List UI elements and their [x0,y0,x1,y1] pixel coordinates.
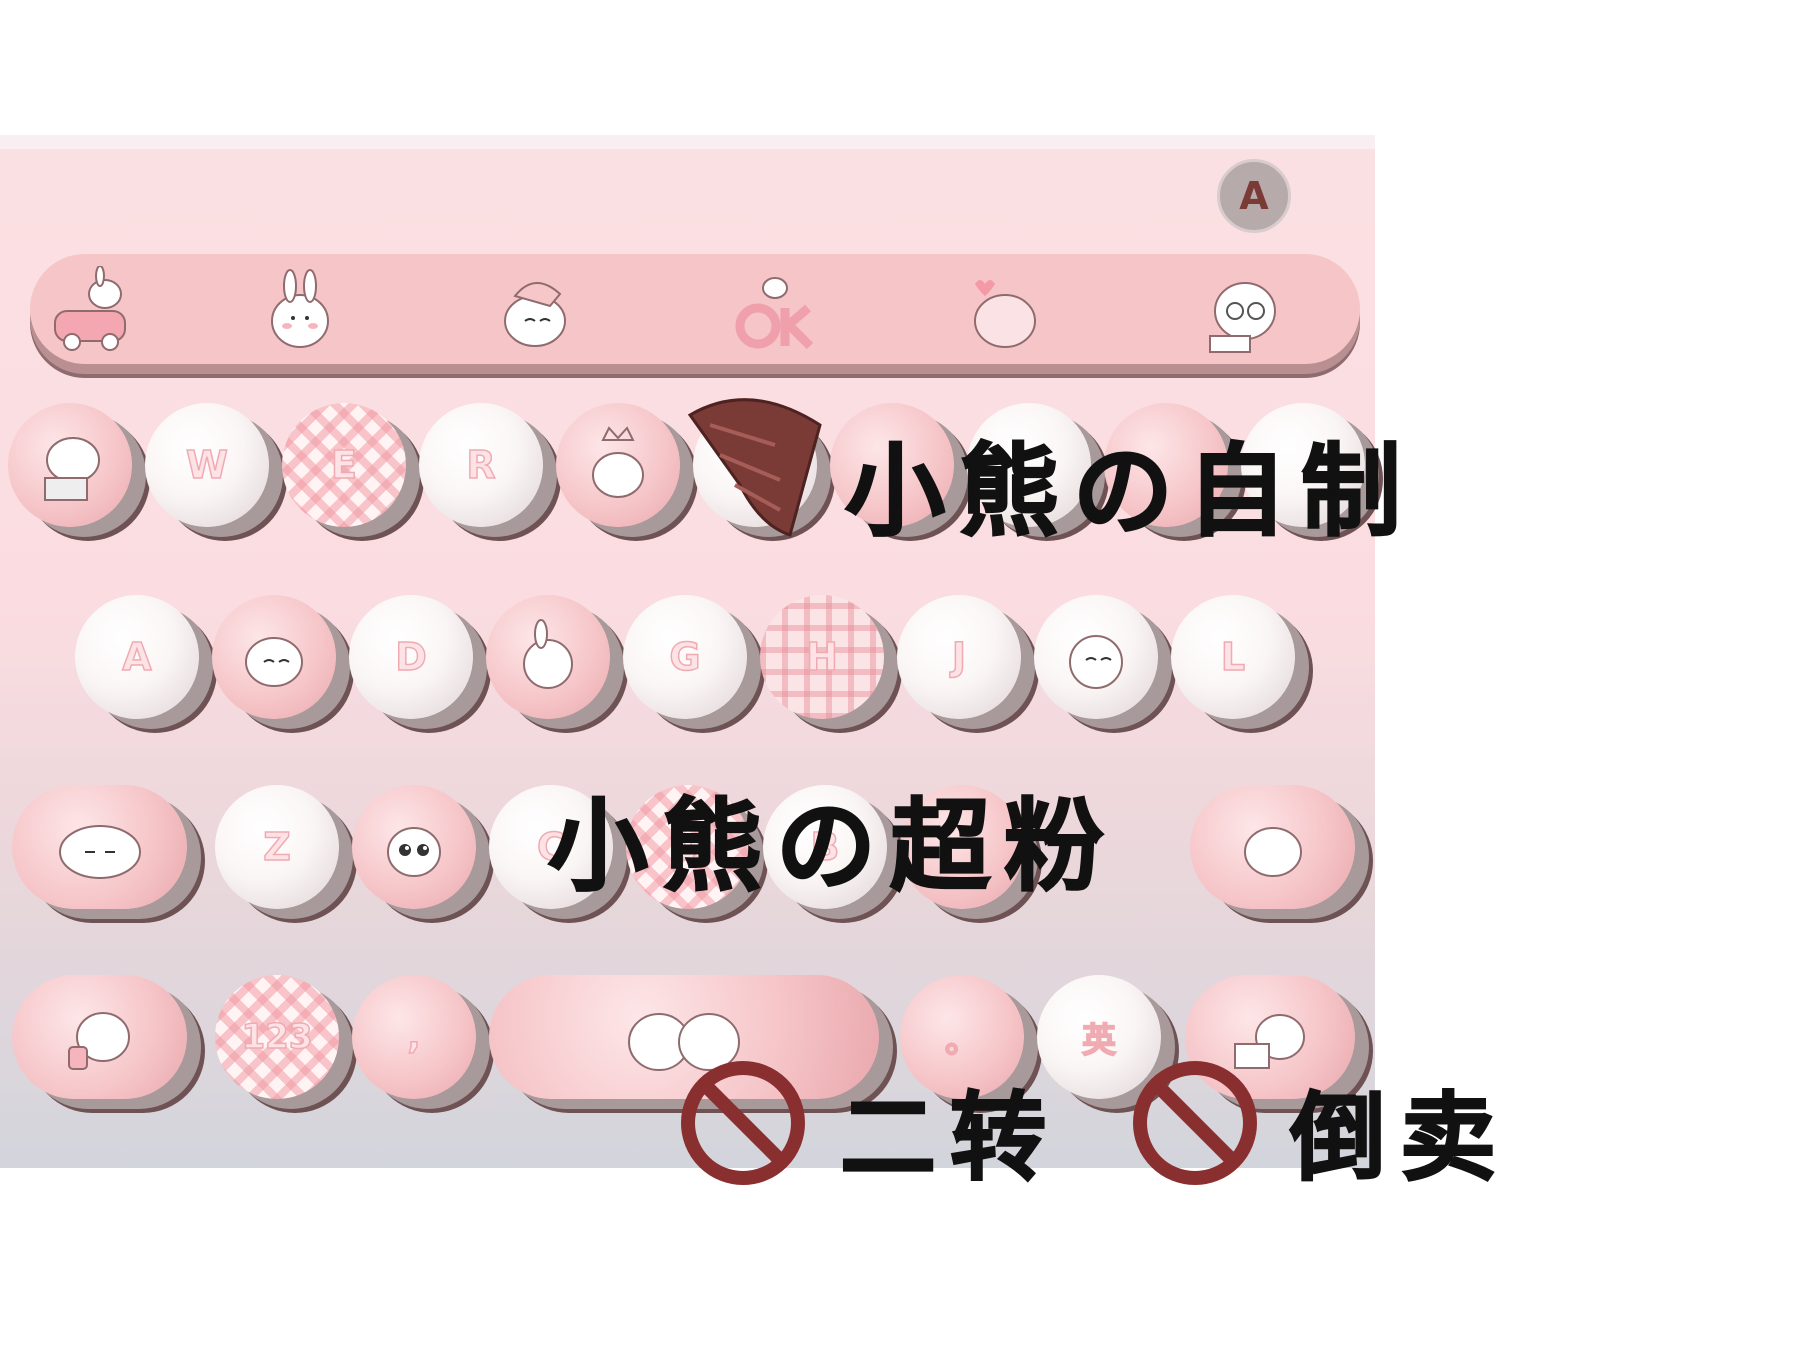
key-k[interactable] [1034,595,1158,719]
key-legend: L [1220,634,1246,680]
chocolate-cone-icon [687,398,822,537]
key-legend: 123 [241,1016,313,1058]
key-d[interactable]: D [349,595,473,719]
sticker-candidate-bar[interactable] [30,254,1360,364]
switch-label: A [1239,174,1269,218]
key-delete[interactable] [1190,785,1355,909]
key-r[interactable]: R [419,403,543,527]
key-legend: Z [262,824,291,870]
key-h[interactable]: H [760,595,884,719]
key-x[interactable] [352,785,476,909]
key-l[interactable]: L [1171,595,1295,719]
key-legend: E [330,442,357,488]
key-legend: H [805,634,838,680]
bunny-hug-icon [1069,635,1123,689]
key-a[interactable]: A [75,595,199,719]
overlay-caption-line2: 小熊の超粉 [547,787,1118,906]
key-t[interactable] [556,403,680,527]
overlay-caption-resale-a: 二转 [839,1081,1060,1195]
no-entry-icon [1133,1061,1257,1185]
bunny-dance-icon [523,619,573,689]
key-legend: J [951,634,967,680]
key-shift[interactable] [12,785,187,909]
key-legend: 。 [944,1020,980,1062]
overlay-caption-line1: 小熊の自制 [844,432,1415,551]
key-legend: W [185,442,228,488]
bunny-drink-icon [67,1012,130,1070]
bunny-wave-sticker-icon[interactable] [255,266,345,354]
key-g[interactable]: G [623,595,747,719]
key-legend: D [394,634,427,680]
bunny-hug-sticker-icon[interactable] [960,266,1050,354]
key-legend: A [122,634,153,680]
no-entry-icon [681,1061,805,1185]
bunny-laptop-icon [44,437,100,501]
keyboard-top-strip [0,135,1375,149]
key-e[interactable]: E [282,403,406,527]
key-legend: R [466,442,497,488]
bunny-sparkle-eyes-icon [387,827,441,877]
input-switch-button[interactable]: A [1217,159,1291,233]
key-123[interactable]: 123 [215,975,339,1099]
key-symbols[interactable] [12,975,187,1099]
bunny-cloud-icon [58,825,141,879]
bunny-sleep-icon [245,637,303,687]
key-z[interactable]: Z [215,785,339,909]
key-f[interactable] [486,595,610,719]
bunny-glasses-sticker-icon[interactable] [1200,266,1290,354]
key-comma[interactable]: , [352,975,476,1099]
key-j[interactable]: J [897,595,1021,719]
bunny-crown-icon [592,426,644,498]
overlay-caption-line3: 二转 [839,1060,1060,1199]
keyboard-panel: A W E R A D G H J L Z C V B 123 , 。 英 [0,135,1375,1168]
bunny-sleepy-sticker-icon[interactable] [490,266,580,354]
key-legend: 英 [1081,1020,1117,1062]
overlay-caption-resale-b: 倒卖 [1289,1081,1510,1195]
bunny-ok-sticker-icon[interactable] [730,266,820,354]
bunny-car-sticker-icon[interactable] [50,266,140,354]
key-legend: G [669,634,702,680]
key-s[interactable] [212,595,336,719]
key-w[interactable]: W [145,403,269,527]
key-q[interactable] [8,403,132,527]
key-legend: , [407,1016,421,1058]
bunny-shy-icon [1243,827,1302,877]
